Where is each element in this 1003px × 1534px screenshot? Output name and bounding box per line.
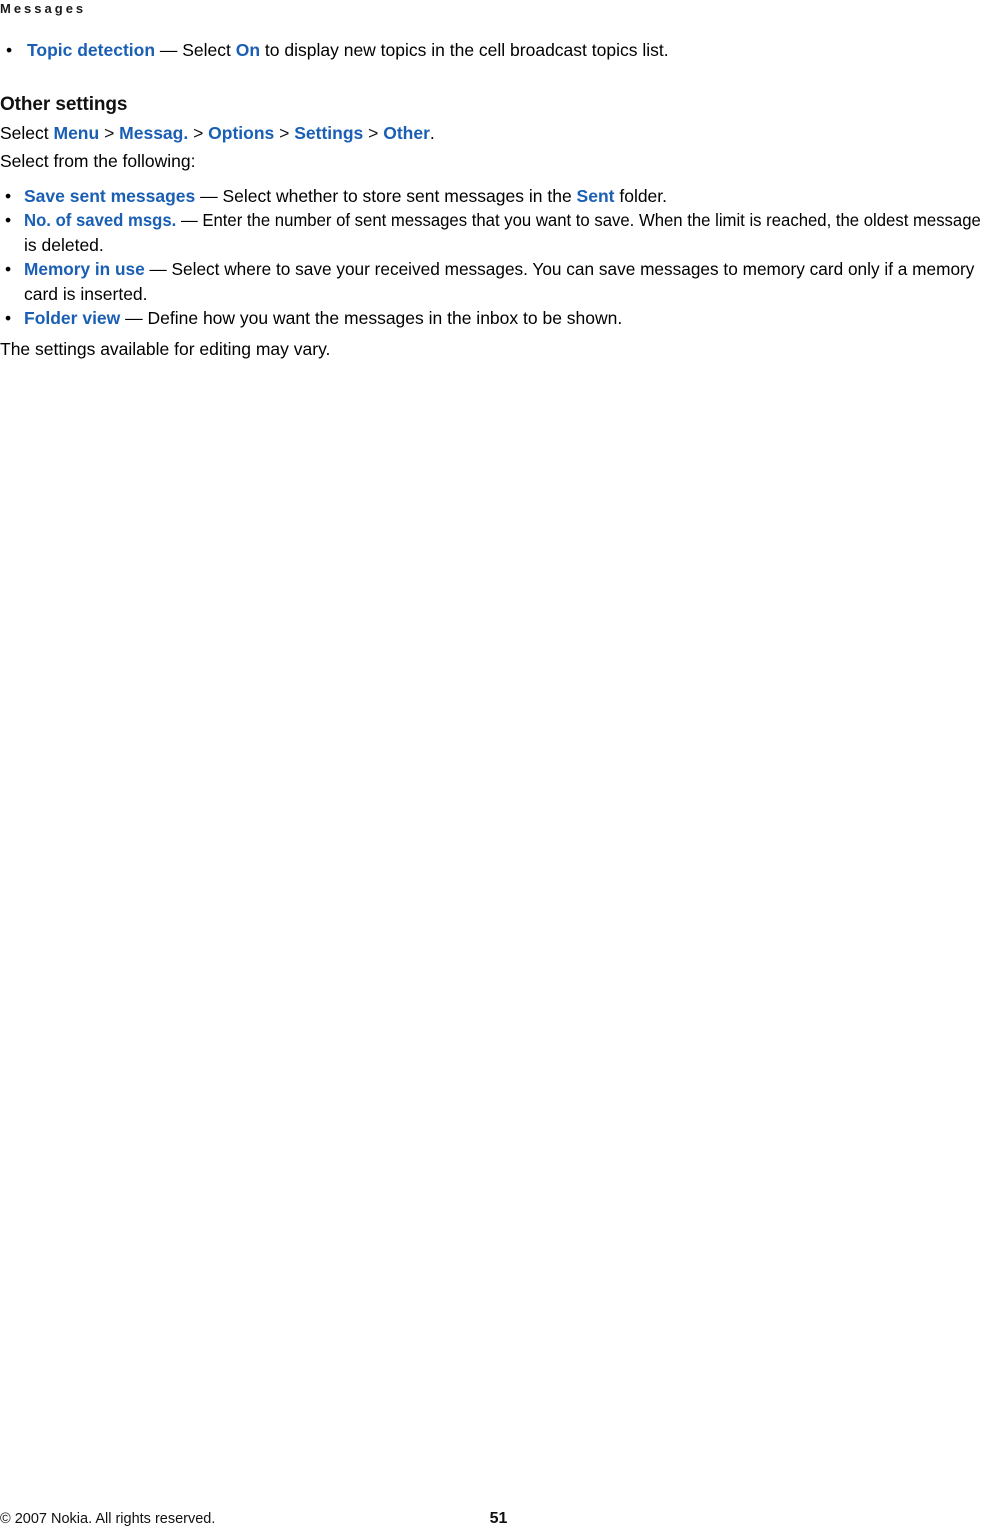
running-header-title: Messages [0, 1, 87, 16]
list-item: • Topic detection — Select On to display … [0, 38, 1003, 63]
path-separator: > [363, 122, 384, 143]
bullet-icon: • [5, 259, 12, 279]
path-item-options[interactable]: Options [208, 123, 274, 143]
page-number: 51 [489, 1510, 508, 1527]
setting-description: — Select whether to store sent messages … [195, 185, 577, 206]
table-row: • Memory in use — Select where to save yo… [0, 257, 1003, 306]
path-item-messag[interactable]: Messag. [119, 123, 188, 143]
page-footer: © 2007 Nokia. All rights reserved. 51 [0, 1509, 1003, 1531]
table-row: • No. of saved msgs. — Enter the number o… [0, 208, 1003, 257]
bullet-icon: • [5, 210, 12, 230]
setting-term-memory-in-use[interactable]: Memory in use [24, 259, 145, 279]
setting-term-save-sent-messages[interactable]: Save sent messages [24, 186, 195, 206]
setting-description: — Select where to save your received mes… [144, 259, 975, 279]
setting-description-tail: folder. [614, 185, 668, 206]
closing-note: The settings available for editing may v… [0, 338, 331, 359]
setting-description-tail: is deleted. [24, 234, 104, 255]
settings-bullet-list: • Save sent messages — Select whether to … [0, 184, 1003, 331]
setting-term-topic-detection[interactable]: Topic detection [27, 40, 155, 60]
navigation-path: Select Menu > Messag. > Options > Settin… [0, 121, 1003, 146]
path-separator: > [274, 122, 295, 143]
path-item-menu[interactable]: Menu [54, 123, 100, 143]
folder-name-sent[interactable]: Sent [577, 186, 615, 206]
path-prefix: Select [0, 122, 54, 143]
section-intro: Select from the following: [0, 151, 196, 171]
bullet-icon: • [6, 40, 13, 60]
page-content: • Topic detection — Select On to display … [0, 38, 1003, 365]
path-suffix: . [429, 122, 435, 143]
path-item-other[interactable]: Other [383, 123, 430, 143]
path-item-settings[interactable]: Settings [294, 123, 363, 143]
path-separator: > [99, 122, 120, 143]
bullet-icon: • [5, 308, 12, 328]
setting-description: — Enter the number of sent messages that… [176, 210, 981, 230]
lead-bullet-tail: to display new topics in the cell broadc… [260, 40, 669, 60]
setting-term-folder-view[interactable]: Folder view [24, 308, 120, 328]
section-heading-other-settings: Other settings [0, 93, 128, 115]
lead-bullet-list: • Topic detection — Select On to display … [0, 38, 1003, 63]
table-row: • Folder view — Define how you want the m… [0, 306, 1003, 331]
setting-description-tail: card is inserted. [24, 283, 148, 304]
bullet-icon: • [5, 185, 12, 206]
document-page: Messages • Topic detection — Select On to… [0, 0, 1003, 1534]
setting-description: — Define how you want the messages in th… [120, 308, 623, 328]
path-separator: > [188, 122, 209, 143]
lead-bullet-dash: — Select [155, 40, 236, 60]
setting-value-on[interactable]: On [236, 40, 260, 60]
setting-term-no-of-saved-msgs[interactable]: No. of saved msgs. [24, 210, 176, 230]
table-row: • Save sent messages — Select whether to … [0, 184, 1003, 209]
